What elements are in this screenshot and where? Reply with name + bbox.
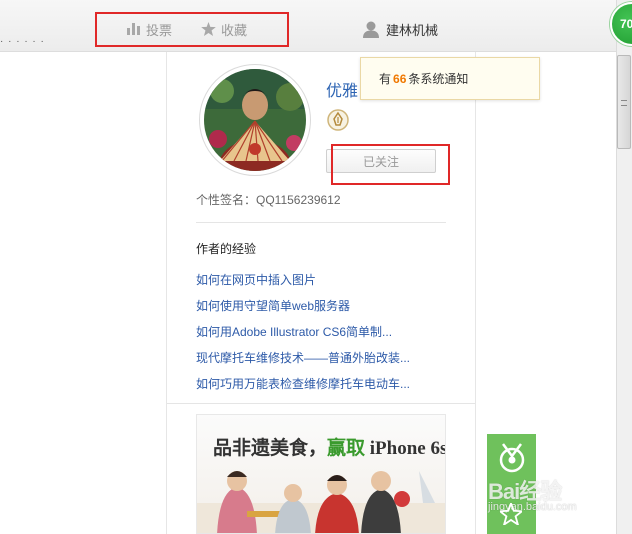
highlight-box-toolbar [95,12,289,47]
ad-headline: 品非遗美食，赢取 iPhone 6s [213,438,446,459]
divider [196,222,446,223]
highlight-box-follow [331,144,450,185]
divider [167,403,475,404]
left-blank-area [0,52,166,534]
watermark-star-icon [500,503,522,525]
user-icon [363,21,379,38]
experience-link[interactable]: 如何在网页中插入图片 [196,271,316,288]
username: 建林机械 [386,22,439,38]
experience-link[interactable]: 如何用Adobe Illustrator CS6简单制... [196,323,392,340]
watermark-logo-icon [499,443,525,473]
user-menu[interactable]: 建林机械 [363,19,438,39]
notification-count: 66 [393,71,407,86]
author-signature: 个性签名：QQ1156239612 [196,193,341,207]
avatar[interactable] [204,69,306,171]
experience-link[interactable]: 如何使用守望简单web服务器 [196,297,350,314]
ad-banner[interactable]: 品非遗美食，赢取 iPhone 6s [196,414,446,534]
grip-icon [621,100,627,106]
experience-link[interactable]: 现代摩托车维修技术——普通外胎改装... [196,349,410,366]
author-level-badge-icon [327,109,349,131]
truncated-left-text: · · · · · · [0,38,45,46]
experience-link[interactable]: 如何巧用万能表检查维修摩托车电动车... [196,375,410,392]
top-toolbar [0,0,616,52]
avatar-image [204,69,306,171]
notification-tooltip[interactable]: 有 66 条系统通知 [360,57,540,100]
ad-illustration [197,471,445,533]
experience-section-title: 作者的经验 [196,242,257,256]
